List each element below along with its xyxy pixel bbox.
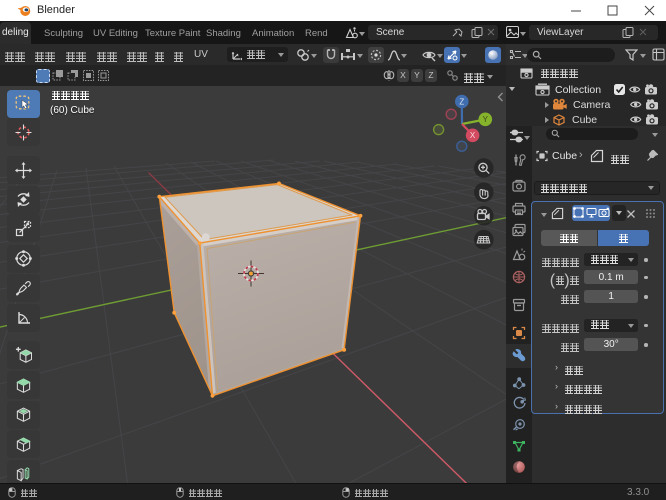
svg-text:X: X (470, 131, 476, 140)
svg-text:Z: Z (459, 97, 464, 106)
svg-text:Y: Y (483, 115, 489, 124)
